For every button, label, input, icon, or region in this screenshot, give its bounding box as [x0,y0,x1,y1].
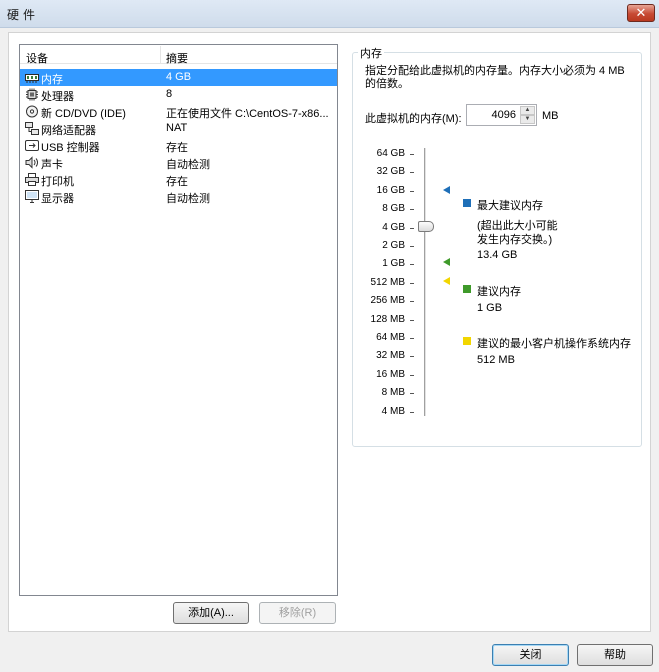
add-device-button[interactable]: 添加(A)... [173,602,249,624]
scale-tick-mark [410,191,414,192]
scale-tick-label: 128 MB [370,314,405,325]
device-name: 处理器 [41,91,74,103]
device-row-usb-controller[interactable]: USB 控制器 存在 [20,137,337,154]
recommended-swatch [463,285,471,293]
device-name: 内存 [41,74,63,86]
device-name: USB 控制器 [41,142,100,154]
scale-tick-mark [410,412,414,413]
device-row-network-adapter[interactable]: 网络适配器 NAT [20,120,337,137]
scale-tick-label: 16 GB [376,185,405,196]
usb-icon [25,140,39,151]
device-name: 新 CD/DVD (IDE) [41,108,126,120]
max-recommended-title: 最大建议内存 [477,200,543,212]
remove-device-button[interactable]: 移除(R) [259,602,336,624]
device-name: 打印机 [41,176,74,188]
scale-tick-label: 512 MB [370,277,405,288]
scale-tick-mark [410,320,414,321]
scale-tick-mark [410,375,414,376]
device-row-printer[interactable]: 打印机 存在 [20,171,337,188]
scale-tick-mark [410,356,414,357]
device-row-processor[interactable]: 处理器 8 [20,86,337,103]
scale-tick-label: 64 GB [376,148,405,159]
scale-tick-label: 8 GB [382,203,405,214]
column-separator [160,46,161,63]
memory-field-label: 此虚拟机的内存(M): [365,113,462,125]
window-title: 硬件 [7,8,40,22]
scale-tick-label: 32 GB [376,166,405,177]
scale-tick-mark [410,301,414,302]
scale-tick-mark [410,264,414,265]
spin-up-button[interactable]: ▲ [520,106,535,115]
device-row-cd-dvd[interactable]: 新 CD/DVD (IDE) 正在使用文件 C:\CentOS-7-x86... [20,103,337,120]
window-close-button[interactable]: ✕ [627,4,655,22]
memory-description: 指定分配给此虚拟机的内存量。内存大小必须为 4 MB 的倍数。 [365,65,625,90]
max-recommended-note-line2: 发生内存交换。) [477,234,553,246]
column-header-device[interactable]: 设备 [26,50,48,66]
monitor-icon [25,190,39,203]
speaker-icon [25,156,38,169]
recommended-value: 1 GB [477,302,503,314]
scale-tick-label: 256 MB [370,295,405,306]
max-recommended-swatch [463,199,471,207]
scale-tick-mark [410,154,414,155]
cd-dvd-icon [26,105,38,118]
scale-tick-label: 8 MB [381,387,405,398]
scale-tick-mark [410,246,414,247]
device-list[interactable]: 设备 摘要 内存 4 GB 处理器 8 新 CD/DVD (IDE) 正在使用文… [19,44,338,596]
device-summary: NAT [166,122,188,134]
device-row-memory[interactable]: 内存 4 GB [20,69,337,86]
device-summary: 存在 [166,142,188,154]
scale-tick-mark [410,172,414,173]
scale-tick-mark [410,393,414,394]
memory-slider-thumb[interactable] [418,221,434,232]
device-summary: 4 GB [166,71,192,83]
device-name: 声卡 [41,159,63,171]
help-button[interactable]: 帮助 [577,644,653,666]
device-name: 网络适配器 [41,125,96,137]
scale-tick-label: 1 GB [382,258,405,269]
device-summary: 存在 [166,176,188,188]
scale-tick-label: 64 MB [376,332,405,343]
scale-tick-label: 32 MB [376,350,405,361]
memory-size-spinner[interactable]: 4096 ▲ ▼ [466,104,537,126]
device-summary: 8 [166,88,173,100]
cpu-icon [26,88,38,101]
minimum-guest-swatch [463,337,471,345]
memory-unit-label: MB [542,110,559,122]
network-adapter-icon [25,122,39,135]
memory-icon [25,74,39,83]
memory-slider-track[interactable] [424,148,427,416]
max-recommended-value: 13.4 GB [477,249,518,261]
scale-tick-mark [410,209,414,210]
memory-size-input[interactable]: 4096 [492,109,516,121]
device-row-sound-card[interactable]: 声卡 自动检测 [20,154,337,171]
device-name: 显示器 [41,193,74,205]
device-summary: 自动检测 [166,159,210,171]
recommended-marker [443,258,450,266]
minimum-guest-value: 512 MB [477,354,515,366]
max-recommended-marker [443,186,450,194]
spin-down-button[interactable]: ▼ [520,115,535,124]
column-header-summary[interactable]: 摘要 [166,50,188,66]
title-bar: 硬件 ✕ [0,0,659,28]
device-summary: 正在使用文件 C:\CentOS-7-x86... [166,108,329,120]
scale-tick-label: 4 MB [381,406,405,417]
scale-tick-label: 2 GB [382,240,405,251]
scale-tick-label: 4 GB [382,222,405,233]
scale-tick-mark [410,283,414,284]
scale-tick-label: 16 MB [376,369,405,380]
minimum-guest-title: 建议的最小客户机操作系统内存 [477,338,631,350]
close-button[interactable]: 关闭 [492,644,569,666]
device-row-display[interactable]: 显示器 自动检测 [20,188,337,205]
scale-tick-mark [410,228,414,229]
device-list-header: 设备 摘要 [20,45,337,66]
minimum-guest-marker [443,277,450,285]
scale-tick-mark [410,338,414,339]
memory-group-title: 内存 [358,45,384,61]
recommended-title: 建议内存 [477,286,521,298]
printer-icon [25,173,39,186]
device-summary: 自动检测 [166,193,210,205]
